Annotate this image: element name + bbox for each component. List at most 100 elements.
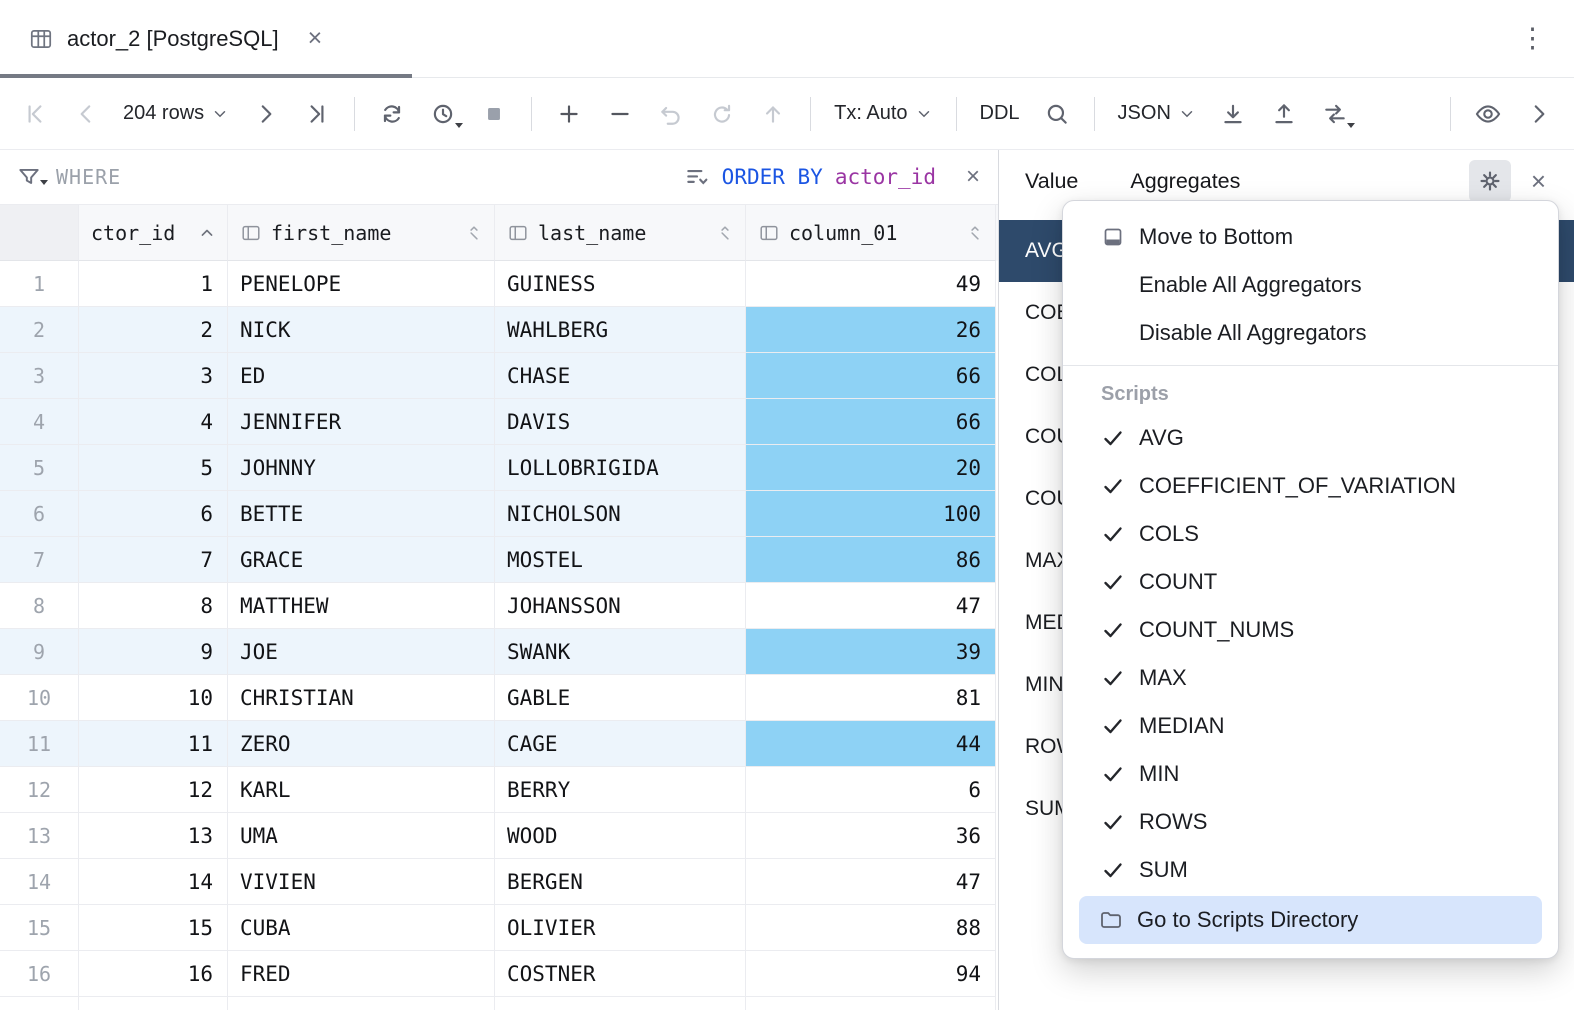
cell-first-name[interactable]: BETTE	[228, 491, 495, 537]
cell-first-name[interactable]: ZERO	[228, 721, 495, 767]
sort-toggle-icon[interactable]	[965, 223, 985, 243]
cell-column-01[interactable]: 86	[746, 537, 996, 583]
row-number[interactable]: 6	[0, 491, 79, 537]
order-by-column[interactable]: actor_id	[835, 165, 936, 189]
row-number[interactable]: 2	[0, 307, 79, 353]
row-number[interactable]: 15	[0, 905, 79, 951]
cell-actor-id[interactable]: 11	[79, 721, 228, 767]
row-number[interactable]: 9	[0, 629, 79, 675]
cell-last-name[interactable]: WAHLBERG	[495, 307, 746, 353]
cell-actor-id[interactable]: 13	[79, 813, 228, 859]
more-options-icon[interactable]: ⋮	[1511, 23, 1554, 54]
cell-column-01[interactable]: 49	[746, 261, 996, 307]
sort-ascending-icon[interactable]	[197, 223, 217, 243]
row-number[interactable]: 16	[0, 951, 79, 997]
menu-item-disable-all[interactable]: Disable All Aggregators	[1063, 309, 1558, 357]
cell-actor-id[interactable]: 10	[79, 675, 228, 721]
cell-actor-id[interactable]: 7	[79, 537, 228, 583]
cell-column-01[interactable]: 6	[746, 767, 996, 813]
cell-last-name[interactable]: GABLE	[495, 675, 746, 721]
cell-actor-id[interactable]: 8	[79, 583, 228, 629]
sort-toggle-icon[interactable]	[464, 223, 484, 243]
delete-row-button[interactable]	[599, 93, 641, 135]
cell-first-name[interactable]: FRED	[228, 951, 495, 997]
row-number[interactable]: 10	[0, 675, 79, 721]
revert-button[interactable]	[650, 93, 692, 135]
sort-toggle-icon[interactable]	[715, 223, 735, 243]
row-number[interactable]: 5	[0, 445, 79, 491]
cell-actor-id[interactable]: 14	[79, 859, 228, 905]
menu-script-rows[interactable]: ROWS	[1063, 798, 1558, 846]
tab-close-icon[interactable]: ×	[308, 26, 323, 51]
cell-column-01[interactable]: 66	[746, 353, 996, 399]
refresh-button[interactable]	[371, 93, 413, 135]
cell-last-name[interactable]: JOHANSSON	[495, 583, 746, 629]
cell-first-name[interactable]: JOHNNY	[228, 445, 495, 491]
data-extractor-icon[interactable]	[1314, 93, 1356, 135]
order-by-close-icon[interactable]: ×	[966, 165, 980, 189]
cell-first-name[interactable]: ED	[228, 353, 495, 399]
cell-last-name[interactable]: OLIVIER	[495, 905, 746, 951]
cell-column-01[interactable]: 26	[746, 307, 996, 353]
cell-actor-id[interactable]: 2	[79, 307, 228, 353]
filter-funnel-icon[interactable]	[16, 164, 42, 190]
cell-first-name[interactable]: NICK	[228, 307, 495, 353]
cell-first-name[interactable]: VIVIEN	[228, 859, 495, 905]
cell-last-name[interactable]: DAVIS	[495, 399, 746, 445]
cell-actor-id[interactable]: 16	[79, 951, 228, 997]
column-header-column-01[interactable]: column_01	[746, 205, 996, 261]
row-number[interactable]: 4	[0, 399, 79, 445]
menu-script-avg[interactable]: AVG	[1063, 414, 1558, 462]
tab-value[interactable]: Value	[1025, 169, 1078, 194]
menu-script-coefficient_of_variation[interactable]: COEFFICIENT_OF_VARIATION	[1063, 462, 1558, 510]
cell-actor-id[interactable]: 12	[79, 767, 228, 813]
cell-actor-id[interactable]: 15	[79, 905, 228, 951]
cell-last-name[interactable]: CAGE	[495, 721, 746, 767]
submit-button[interactable]	[701, 93, 743, 135]
cell-actor-id[interactable]: 5	[79, 445, 228, 491]
row-count-dropdown[interactable]: 204 rows	[116, 102, 236, 125]
cell-first-name[interactable]: CHRISTIAN	[228, 675, 495, 721]
row-number[interactable]: 1	[0, 261, 79, 307]
menu-script-median[interactable]: MEDIAN	[1063, 702, 1558, 750]
cell-column-01[interactable]: 66	[746, 399, 996, 445]
column-header-last-name[interactable]: last_name	[495, 205, 746, 261]
cell-last-name[interactable]: WOOD	[495, 813, 746, 859]
cell-last-name[interactable]: GUINESS	[495, 261, 746, 307]
cell-first-name[interactable]: MATTHEW	[228, 583, 495, 629]
menu-script-cols[interactable]: COLS	[1063, 510, 1558, 558]
cell-first-name[interactable]: PENELOPE	[228, 261, 495, 307]
export-format-dropdown[interactable]: JSON	[1111, 102, 1203, 125]
row-number[interactable]: 11	[0, 721, 79, 767]
first-page-button[interactable]	[14, 93, 56, 135]
gear-icon[interactable]	[1469, 160, 1511, 202]
cell-last-name[interactable]: CHASE	[495, 353, 746, 399]
row-number[interactable]: 7	[0, 537, 79, 583]
cell-first-name[interactable]: UMA	[228, 813, 495, 859]
search-icon[interactable]	[1036, 93, 1078, 135]
stop-button[interactable]	[473, 93, 515, 135]
tab-aggregates[interactable]: Aggregates	[1130, 169, 1240, 194]
commit-push-button[interactable]	[752, 93, 794, 135]
cell-actor-id[interactable]: 9	[79, 629, 228, 675]
cell-column-01[interactable]: 88	[746, 905, 996, 951]
order-by-keyword[interactable]: ORDER BY	[722, 165, 823, 189]
cell-last-name[interactable]: SWANK	[495, 629, 746, 675]
next-page-button[interactable]	[245, 93, 287, 135]
more-toolbar-chevron-icon[interactable]	[1518, 93, 1560, 135]
cell-column-01[interactable]: 81	[746, 675, 996, 721]
menu-script-count[interactable]: COUNT	[1063, 558, 1558, 606]
cell-first-name[interactable]: JENNIFER	[228, 399, 495, 445]
auto-refresh-clock-button[interactable]	[422, 93, 464, 135]
cell-column-01[interactable]: 36	[746, 813, 996, 859]
tab-actor-2[interactable]: actor_2 [PostgreSQL] ×	[20, 0, 330, 77]
previous-page-button[interactable]	[65, 93, 107, 135]
import-button[interactable]	[1212, 93, 1254, 135]
transaction-mode-dropdown[interactable]: Tx: Auto	[827, 102, 939, 125]
cell-actor-id[interactable]: 1	[79, 261, 228, 307]
cell-column-01[interactable]: 39	[746, 629, 996, 675]
cell-column-01[interactable]: 94	[746, 951, 996, 997]
cell-column-01[interactable]: 20	[746, 445, 996, 491]
cell-last-name[interactable]: NICHOLSON	[495, 491, 746, 537]
row-number[interactable]: 8	[0, 583, 79, 629]
